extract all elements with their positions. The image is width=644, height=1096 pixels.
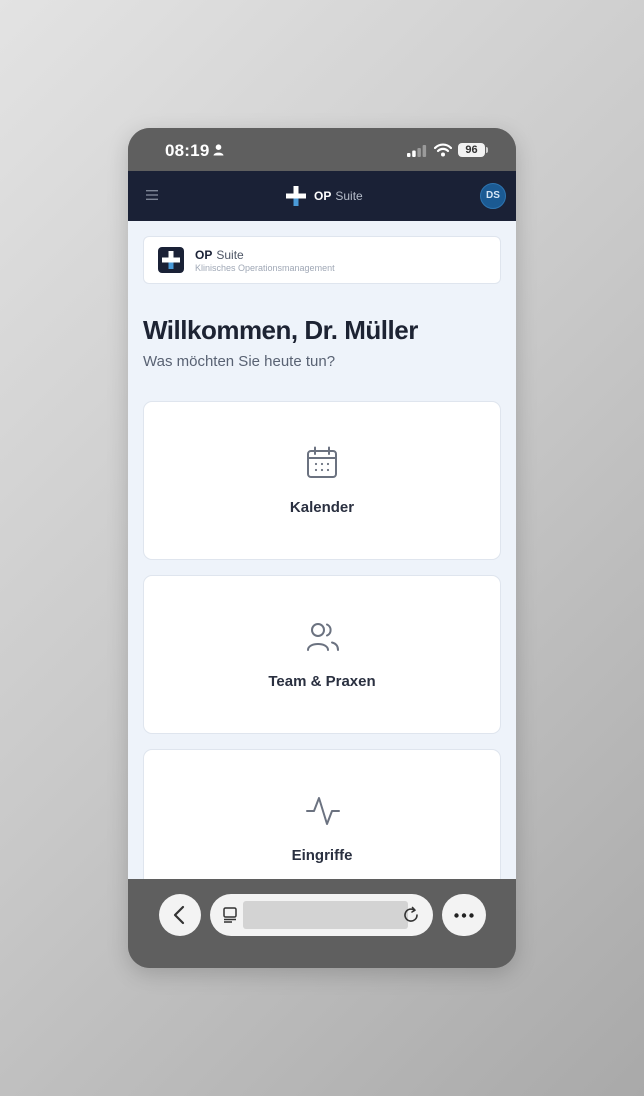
wifi-icon (434, 143, 452, 157)
tabs-icon (223, 907, 237, 923)
page-subtitle: Was möchten Sie heute tun? (143, 353, 336, 370)
battery-tip (486, 147, 488, 153)
url-bar[interactable] (210, 894, 433, 936)
activity-icon (306, 797, 340, 825)
brand-card-op: OP (195, 248, 213, 262)
tile-eingriffe[interactable]: Eingriffe (143, 749, 501, 879)
status-bar: 08:19 96 (128, 128, 516, 171)
battery-icon: 96 (458, 143, 485, 157)
battery-level: 96 (465, 144, 478, 156)
avatar[interactable]: DS (480, 183, 506, 209)
browser-toolbar (128, 879, 516, 968)
brand-card-title: OP Suite (195, 248, 244, 262)
url-text-redacted (243, 901, 408, 929)
avatar-initials: DS (486, 190, 500, 201)
more-button[interactable] (442, 894, 486, 936)
logo (158, 247, 184, 273)
chevron-left-icon (173, 905, 185, 925)
main-content: OP Suite Klinisches Operationsmanagement … (128, 221, 516, 879)
phone-frame: 08:19 96 OP Suite DS OP Suite Klinisches… (128, 128, 516, 968)
brand-op: OP (314, 189, 332, 203)
person-icon (213, 144, 224, 156)
brand-card-suite: Suite (216, 248, 244, 262)
tile-label: Kalender (289, 499, 355, 516)
medical-cross-icon (286, 186, 306, 206)
brand-card: OP Suite Klinisches Operationsmanagement (143, 236, 501, 284)
tile-team-praxen[interactable]: Team & Praxen (143, 575, 501, 734)
menu-icon[interactable] (146, 190, 158, 200)
calendar-icon (307, 446, 337, 478)
users-icon (307, 623, 339, 651)
back-button[interactable] (159, 894, 201, 936)
brand-suite: Suite (335, 189, 363, 203)
medical-cross-icon (162, 251, 180, 269)
reload-icon[interactable] (402, 906, 420, 924)
app-bar: OP Suite DS (128, 171, 516, 221)
tile-label: Team & Praxen (268, 673, 376, 690)
page-title: Willkommen, Dr. Müller (143, 315, 418, 345)
tile-kalender[interactable]: Kalender (143, 401, 501, 560)
brand-card-subtitle: Klinisches Operationsmanagement (195, 263, 335, 273)
status-time: 08:19 (165, 141, 210, 160)
signal-icon (407, 145, 427, 157)
app-brand[interactable]: OP Suite (286, 185, 363, 207)
more-icon (454, 913, 474, 918)
tile-label: Eingriffe (291, 847, 353, 864)
